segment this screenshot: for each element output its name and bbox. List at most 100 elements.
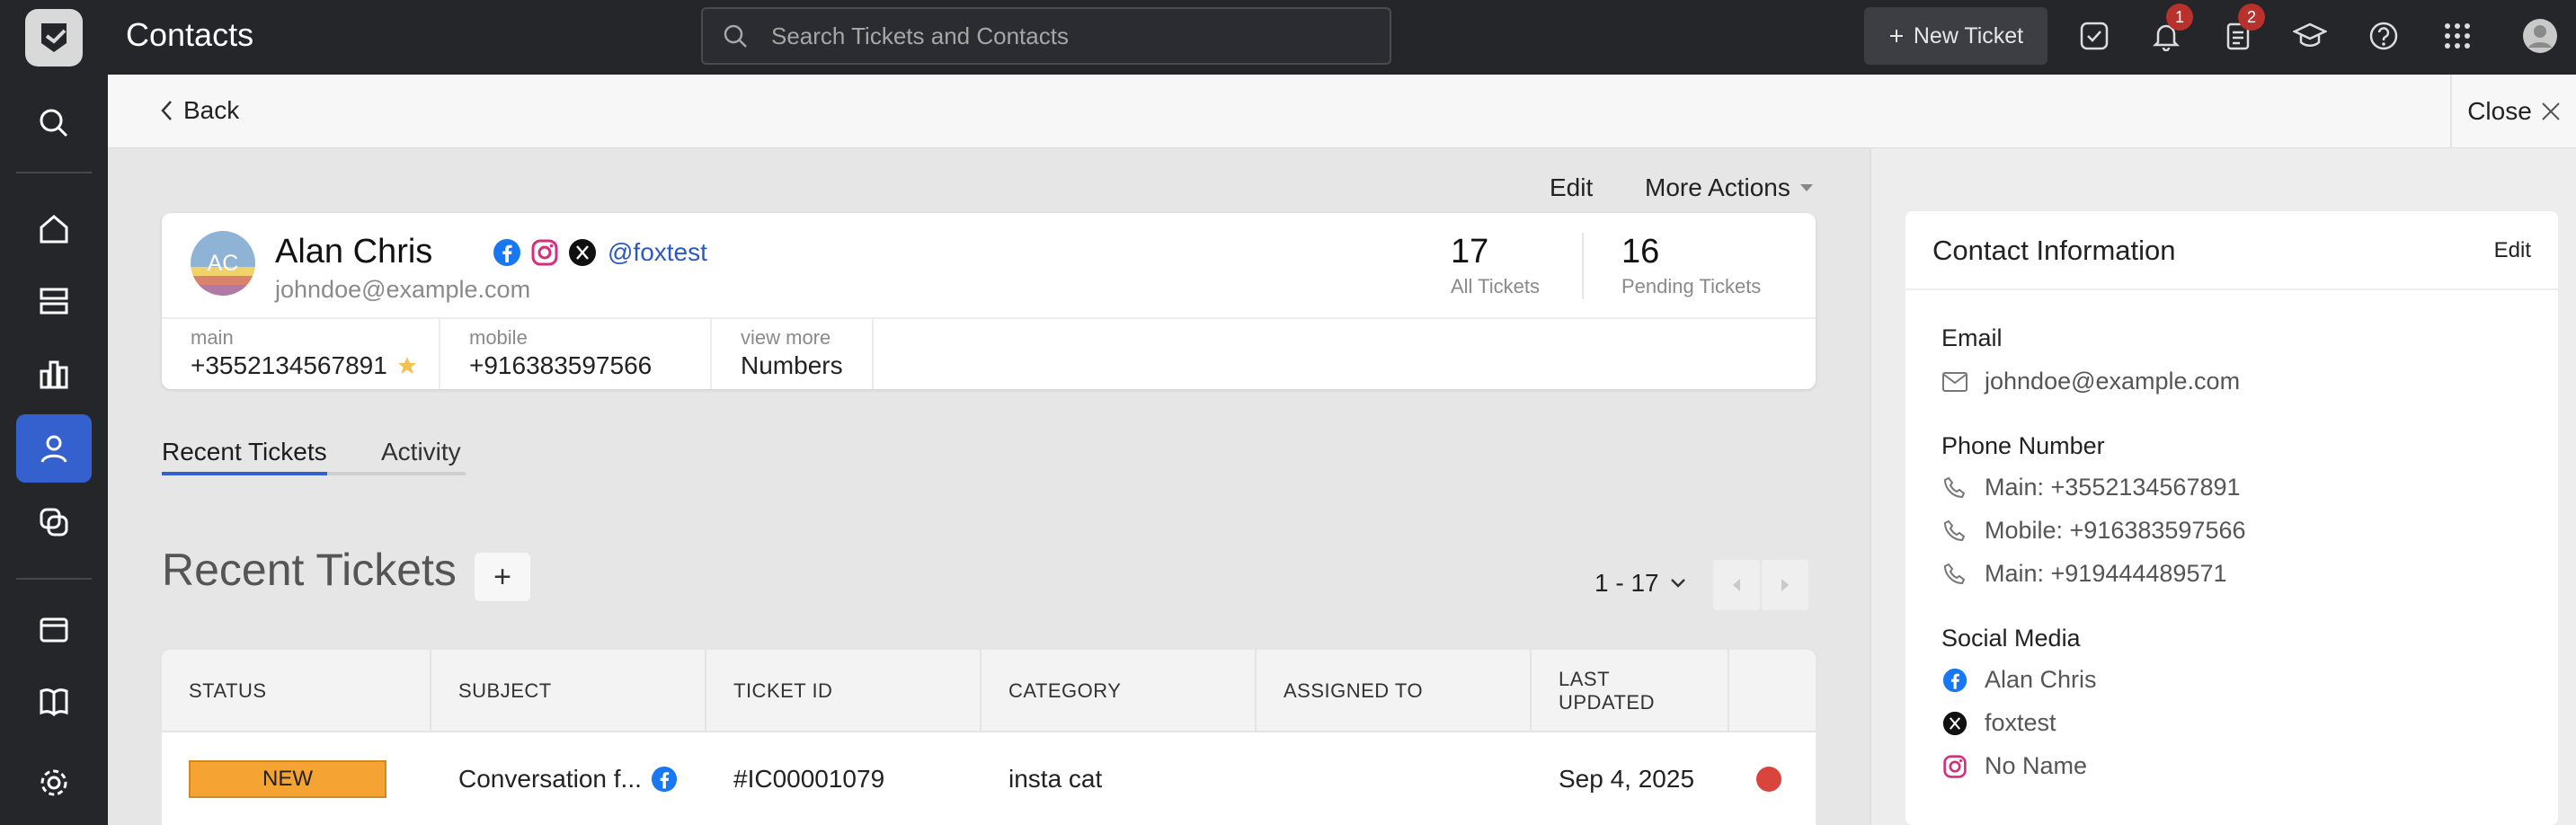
x-icon[interactable] bbox=[568, 238, 597, 267]
contact-email: johndoe@example.com bbox=[275, 276, 531, 303]
phone-value: Main: +3552134567891 bbox=[1985, 474, 2241, 501]
social-row[interactable]: foxtest bbox=[1941, 709, 2056, 737]
phone-row[interactable]: Main: +3552134567891 bbox=[1941, 474, 2241, 501]
pagination-label: 1 - 17 bbox=[1594, 569, 1659, 597]
status-badge: NEW bbox=[189, 759, 386, 798]
sidebar-knowledge-base-icon[interactable] bbox=[16, 668, 92, 736]
column-header-last-updated[interactable]: LAST UPDATED bbox=[1532, 650, 1729, 732]
new-ticket-label: New Ticket bbox=[1913, 22, 2024, 49]
email-value: johndoe@example.com bbox=[1985, 368, 2241, 395]
app-logo[interactable] bbox=[25, 9, 83, 67]
phone-value: Mobile: +916383597566 bbox=[1985, 517, 2246, 544]
sidebar-channels-icon[interactable] bbox=[16, 488, 92, 556]
search-bar[interactable] bbox=[701, 7, 1391, 65]
sidebar-tickets-icon[interactable] bbox=[16, 267, 92, 335]
column-header-ticket-id[interactable]: TICKET ID bbox=[706, 650, 982, 732]
contact-information-header: Contact Information Edit bbox=[1905, 211, 2558, 290]
add-ticket-button[interactable]: + bbox=[475, 553, 530, 601]
apps-grid-icon[interactable] bbox=[2439, 18, 2475, 54]
column-header-priority bbox=[1729, 650, 1816, 732]
tab-recent-tickets[interactable]: Recent Tickets bbox=[162, 438, 327, 466]
phone-value: +916383597566 bbox=[469, 351, 653, 379]
sidebar-contacts-icon[interactable] bbox=[16, 414, 92, 483]
ticket-subject[interactable]: Conversation f... bbox=[458, 765, 642, 794]
star-icon bbox=[396, 355, 418, 377]
tab-activity[interactable]: Activity bbox=[381, 438, 461, 466]
academy-cap-icon[interactable] bbox=[2292, 18, 2328, 54]
column-header-subject[interactable]: SUBJECT bbox=[431, 650, 706, 732]
social-row[interactable]: Alan Chris bbox=[1941, 666, 2097, 694]
edit-contact-button[interactable]: Edit bbox=[1550, 173, 1593, 202]
tickets-table: STATUS SUBJECT TICKET ID CATEGORY ASSIGN… bbox=[162, 650, 1816, 825]
top-bar: Contacts New Ticket 1 2 bbox=[0, 0, 2576, 75]
contact-information-edit-button[interactable]: Edit bbox=[2494, 238, 2531, 263]
social-value: foxtest bbox=[1985, 709, 2056, 736]
avatar-initials: AC bbox=[207, 251, 239, 276]
search-input[interactable] bbox=[771, 22, 1346, 50]
stat-label: Pending Tickets bbox=[1621, 275, 1762, 297]
phone-icon bbox=[1941, 563, 1968, 586]
social-row[interactable]: No Name bbox=[1941, 752, 2087, 780]
phone-value: +3552134567891 bbox=[191, 351, 387, 379]
phone-icon bbox=[1941, 519, 1968, 543]
assigned-to-cell bbox=[1257, 732, 1532, 825]
main-content: Edit More Actions AC Alan Chris @foxtest… bbox=[108, 148, 1870, 825]
tasks-check-icon[interactable] bbox=[2076, 18, 2112, 54]
social-icons bbox=[493, 238, 597, 267]
phone-label: main bbox=[191, 326, 234, 349]
sidebar-settings-icon[interactable] bbox=[16, 749, 92, 817]
help-icon[interactable] bbox=[2366, 18, 2402, 54]
more-actions-dropdown[interactable]: More Actions bbox=[1645, 173, 1814, 202]
phone-label: view more bbox=[741, 326, 831, 349]
sidebar-browser-icon[interactable] bbox=[16, 596, 92, 664]
pagination-dropdown[interactable]: 1 - 17 bbox=[1594, 569, 1686, 598]
app-title: Contacts bbox=[126, 16, 254, 53]
category-cell: insta cat bbox=[1008, 764, 1103, 793]
ticket-id-cell[interactable]: #IC00001079 bbox=[706, 732, 982, 825]
stat-all-tickets[interactable]: 17 All Tickets bbox=[1451, 233, 1540, 298]
close-label: Close bbox=[2467, 97, 2532, 125]
priority-indicator bbox=[1756, 766, 1781, 792]
back-button[interactable]: Back bbox=[160, 96, 239, 125]
new-ticket-button[interactable]: New Ticket bbox=[1864, 7, 2047, 65]
social-handle-link[interactable]: @foxtest bbox=[608, 238, 707, 267]
column-header-assigned-to[interactable]: ASSIGNED TO bbox=[1257, 650, 1532, 732]
view-more-numbers[interactable]: view more Numbers bbox=[712, 317, 874, 389]
sidebar-search-icon[interactable] bbox=[16, 89, 92, 157]
phone-row[interactable]: Main: +919444489571 bbox=[1941, 560, 2227, 588]
phone-value: Numbers bbox=[741, 351, 843, 379]
caret-right-icon bbox=[1780, 578, 1790, 592]
sub-header: Back Close bbox=[108, 75, 2576, 148]
left-sidebar bbox=[0, 75, 108, 825]
phone-section-label: Phone Number bbox=[1941, 432, 2105, 459]
instagram-icon[interactable] bbox=[530, 238, 559, 267]
phone-main[interactable]: main +3552134567891 bbox=[162, 317, 440, 389]
contact-summary-card: AC Alan Chris @foxtest johndoe@example.c… bbox=[162, 213, 1816, 389]
stat-label: All Tickets bbox=[1451, 275, 1541, 297]
facebook-icon[interactable] bbox=[493, 238, 521, 267]
contact-information-title: Contact Information bbox=[1932, 235, 2176, 266]
phone-row[interactable]: Mobile: +916383597566 bbox=[1941, 517, 2246, 545]
sidebar-reports-icon[interactable] bbox=[16, 341, 92, 409]
close-button[interactable]: Close bbox=[2450, 75, 2576, 148]
email-section-label: Email bbox=[1941, 324, 2003, 351]
column-header-status[interactable]: STATUS bbox=[162, 650, 431, 732]
stat-pending-tickets[interactable]: 16 Pending Tickets bbox=[1621, 233, 1761, 298]
phone-mobile[interactable]: mobile +916383597566 bbox=[440, 317, 712, 389]
active-tab-indicator bbox=[162, 472, 327, 475]
content-tabs: Recent Tickets Activity bbox=[162, 438, 466, 475]
plus-icon bbox=[1888, 28, 1905, 44]
sidebar-home-icon[interactable] bbox=[16, 195, 92, 263]
column-header-category[interactable]: CATEGORY bbox=[982, 650, 1257, 732]
email-row[interactable]: johndoe@example.com bbox=[1941, 368, 2240, 395]
social-media-section-label: Social Media bbox=[1941, 625, 2081, 652]
back-label: Back bbox=[183, 96, 240, 124]
phone-icon bbox=[1941, 476, 1968, 500]
caret-left-icon bbox=[1731, 578, 1742, 592]
previous-page-button[interactable] bbox=[1713, 560, 1760, 610]
mail-icon bbox=[1941, 371, 1968, 392]
user-avatar-icon[interactable] bbox=[2522, 18, 2558, 54]
notifications-badge: 1 bbox=[2166, 4, 2193, 31]
next-page-button[interactable] bbox=[1762, 560, 1808, 610]
last-updated-cell: Sep 4, 2025 bbox=[1559, 764, 1695, 793]
